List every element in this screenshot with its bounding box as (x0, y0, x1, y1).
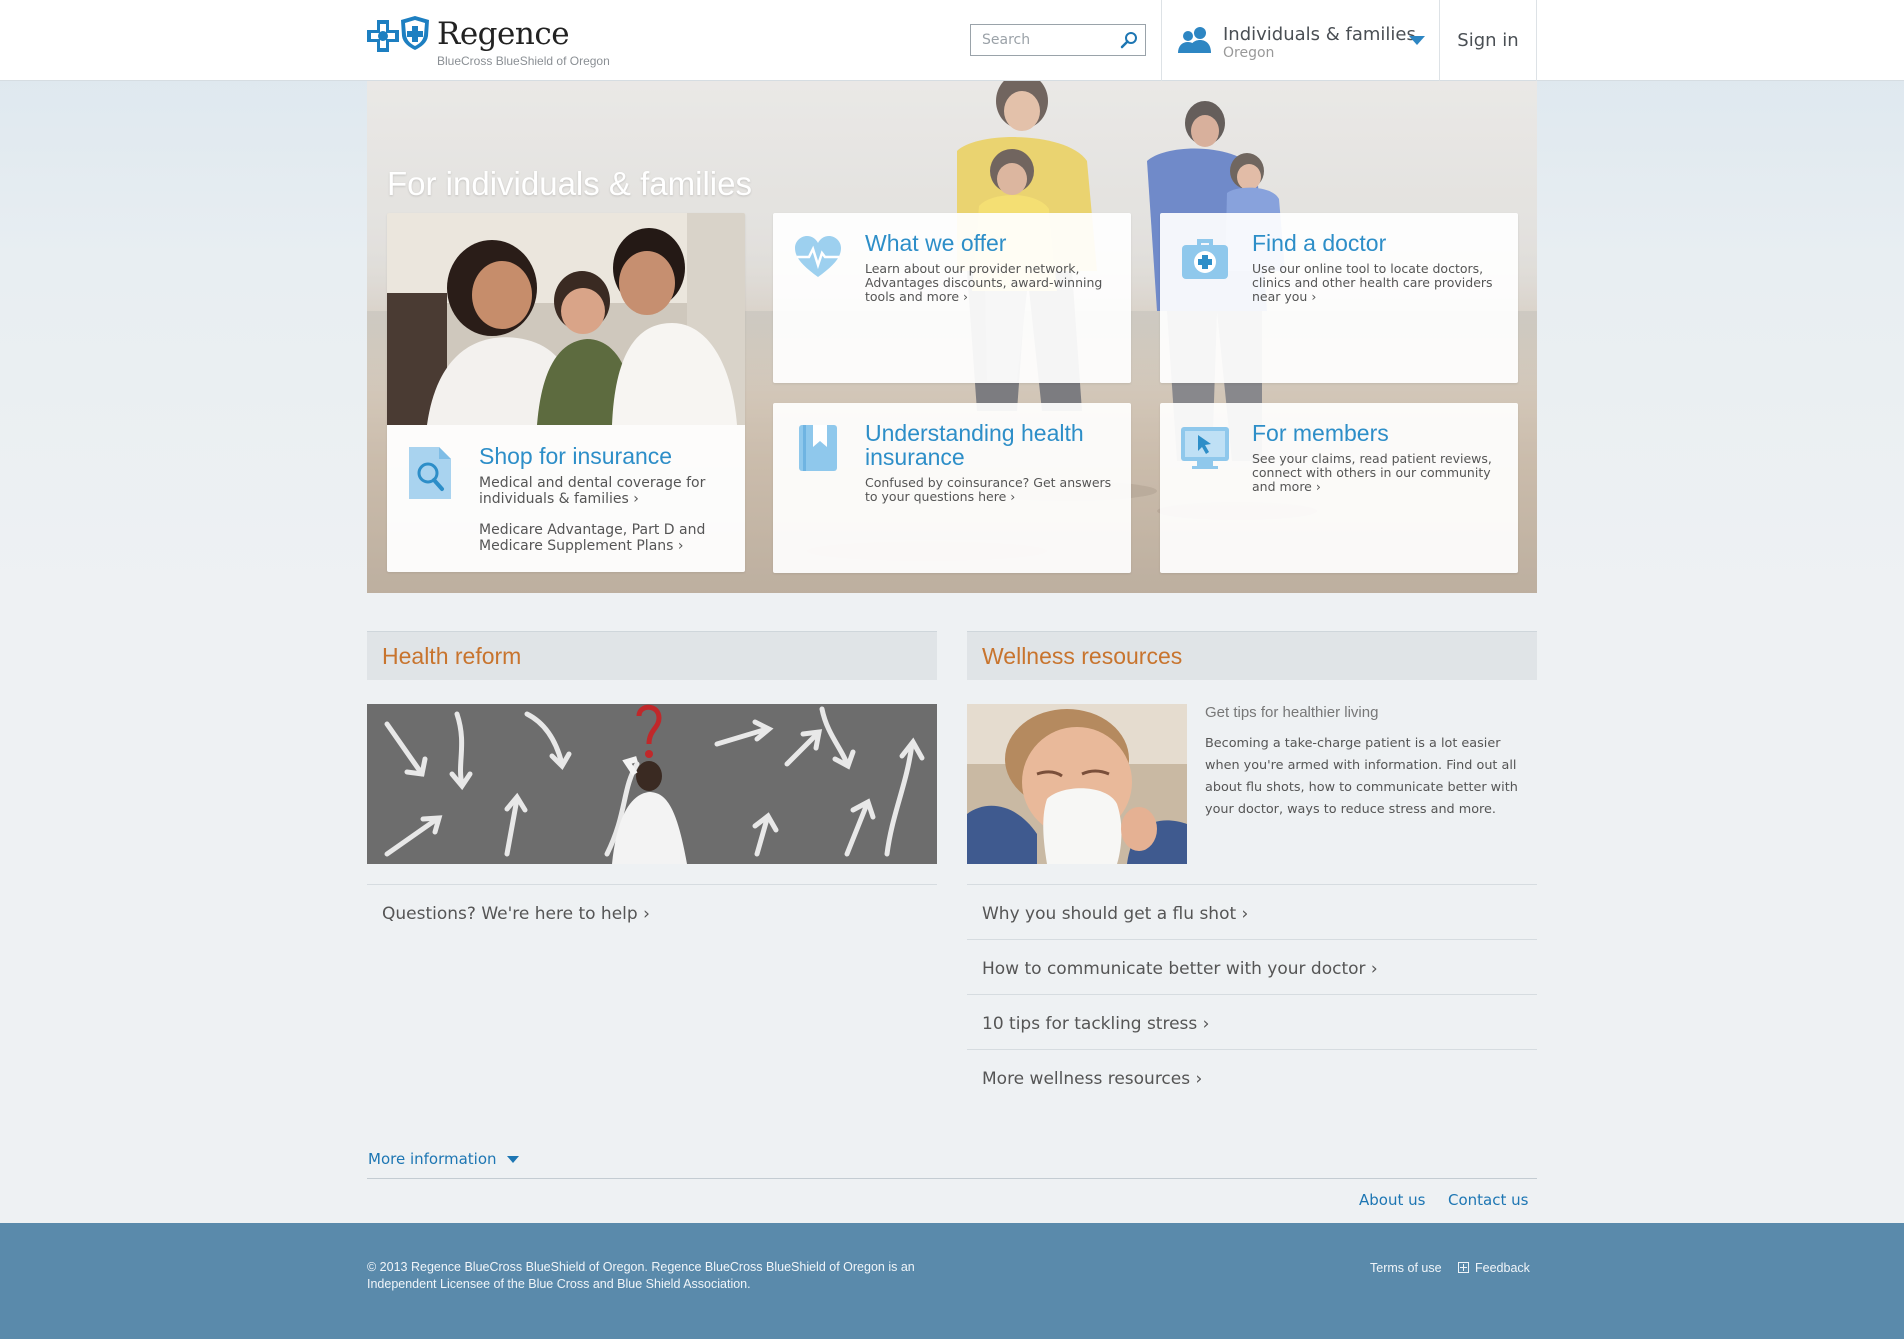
stress-tips-link[interactable]: 10 tips for tackling stress › (967, 994, 1537, 1049)
audience-selector[interactable]: Individuals & families Oregon (1161, 0, 1440, 81)
wellness-heading: Wellness resources (967, 631, 1537, 680)
blue-cross-icon (367, 20, 399, 52)
shop-coverage-link[interactable]: Medical and dental coverage for individu… (479, 475, 729, 507)
search-input[interactable] (971, 25, 1111, 55)
more-information-toggle[interactable]: More information (368, 1150, 519, 1168)
audience-region: Oregon (1223, 45, 1275, 61)
hero-banner: For individuals & families Shop for insu… (367, 81, 1537, 593)
site-header: Regence BlueCross BlueShield of Oregon I… (0, 0, 1904, 81)
feedback-link[interactable]: Feedback (1458, 1261, 1530, 1275)
shop-insurance-title[interactable]: Shop for insurance (479, 443, 672, 470)
medicare-plans-link[interactable]: Medicare Advantage, Part D and Medicare … (479, 522, 729, 554)
search-box (970, 24, 1146, 56)
chevron-down-icon (1409, 36, 1425, 45)
for-members-desc[interactable]: See your claims, read patient reviews, c… (1252, 452, 1508, 494)
blue-shield-icon (401, 16, 429, 50)
flu-shot-link[interactable]: Why you should get a flu shot › (967, 884, 1537, 939)
heart-pulse-icon (795, 236, 841, 277)
contact-us-link[interactable]: Contact us (1448, 1191, 1528, 1209)
copyright-text: © 2013 Regence BlueCross BlueShield of O… (367, 1260, 915, 1291)
brand-subtitle: BlueCross BlueShield of Oregon (437, 54, 610, 68)
footer-divider (367, 1178, 1537, 1179)
arrows-chalkboard-image (367, 704, 937, 864)
site-footer: © 2013 Regence BlueCross BlueShield of O… (0, 1223, 1904, 1339)
for-members-title: For members (1252, 420, 1389, 446)
more-information-label: More information (368, 1150, 497, 1168)
what-we-offer-card[interactable]: What we offer Learn about our provider n… (773, 213, 1131, 383)
health-reform-help-link[interactable]: Questions? We're here to help › (367, 884, 937, 939)
family-photo (387, 213, 745, 425)
more-wellness-link[interactable]: More wellness resources › (967, 1049, 1537, 1104)
understanding-insurance-desc[interactable]: Confused by coinsurance? Get answers to … (865, 476, 1121, 504)
what-we-offer-title: What we offer (865, 230, 1007, 256)
what-we-offer-desc[interactable]: Learn about our provider network, Advant… (865, 262, 1121, 304)
wellness-tagline: Get tips for healthier living (1205, 704, 1379, 721)
regence-logo[interactable]: Regence BlueCross BlueShield of Oregon (367, 16, 647, 72)
for-members-card[interactable]: For members See your claims, read patien… (1160, 403, 1518, 573)
find-a-doctor-desc[interactable]: Use our online tool to locate doctors, c… (1252, 262, 1508, 304)
communicate-doctor-link[interactable]: How to communicate better with your doct… (967, 939, 1537, 994)
child-sneezing-image (967, 704, 1187, 864)
plus-box-icon (1458, 1262, 1469, 1273)
search-icon[interactable] (1120, 31, 1138, 49)
find-a-doctor-title: Find a doctor (1252, 230, 1387, 256)
audience-title: Individuals & families (1223, 24, 1416, 45)
bookmark-book-icon (799, 425, 837, 471)
medical-kit-icon (1182, 239, 1228, 279)
about-us-link[interactable]: About us (1359, 1191, 1425, 1209)
sign-in-link[interactable]: Sign in (1440, 0, 1537, 81)
terms-of-use-link[interactable]: Terms of use (1370, 1261, 1442, 1275)
shop-insurance-card[interactable]: Shop for insurance Medical and dental co… (387, 213, 745, 572)
feedback-label: Feedback (1475, 1261, 1530, 1275)
health-reform-image (367, 704, 937, 864)
chevron-down-icon (506, 1156, 519, 1163)
wellness-description: Becoming a take-charge patient is a lot … (1205, 736, 1518, 817)
wellness-image (967, 704, 1187, 864)
health-reform-heading: Health reform (367, 631, 937, 680)
monitor-cursor-icon (1181, 427, 1229, 469)
understanding-insurance-title: Understanding health insurance (865, 420, 1084, 470)
people-icon (1178, 27, 1211, 53)
find-a-doctor-card[interactable]: Find a doctor Use our online tool to loc… (1160, 213, 1518, 383)
hero-title: For individuals & families (387, 165, 752, 202)
brand-name: Regence (437, 16, 570, 52)
understanding-insurance-card[interactable]: Understanding health insurance Confused … (773, 403, 1131, 573)
search-document-icon (409, 447, 451, 499)
